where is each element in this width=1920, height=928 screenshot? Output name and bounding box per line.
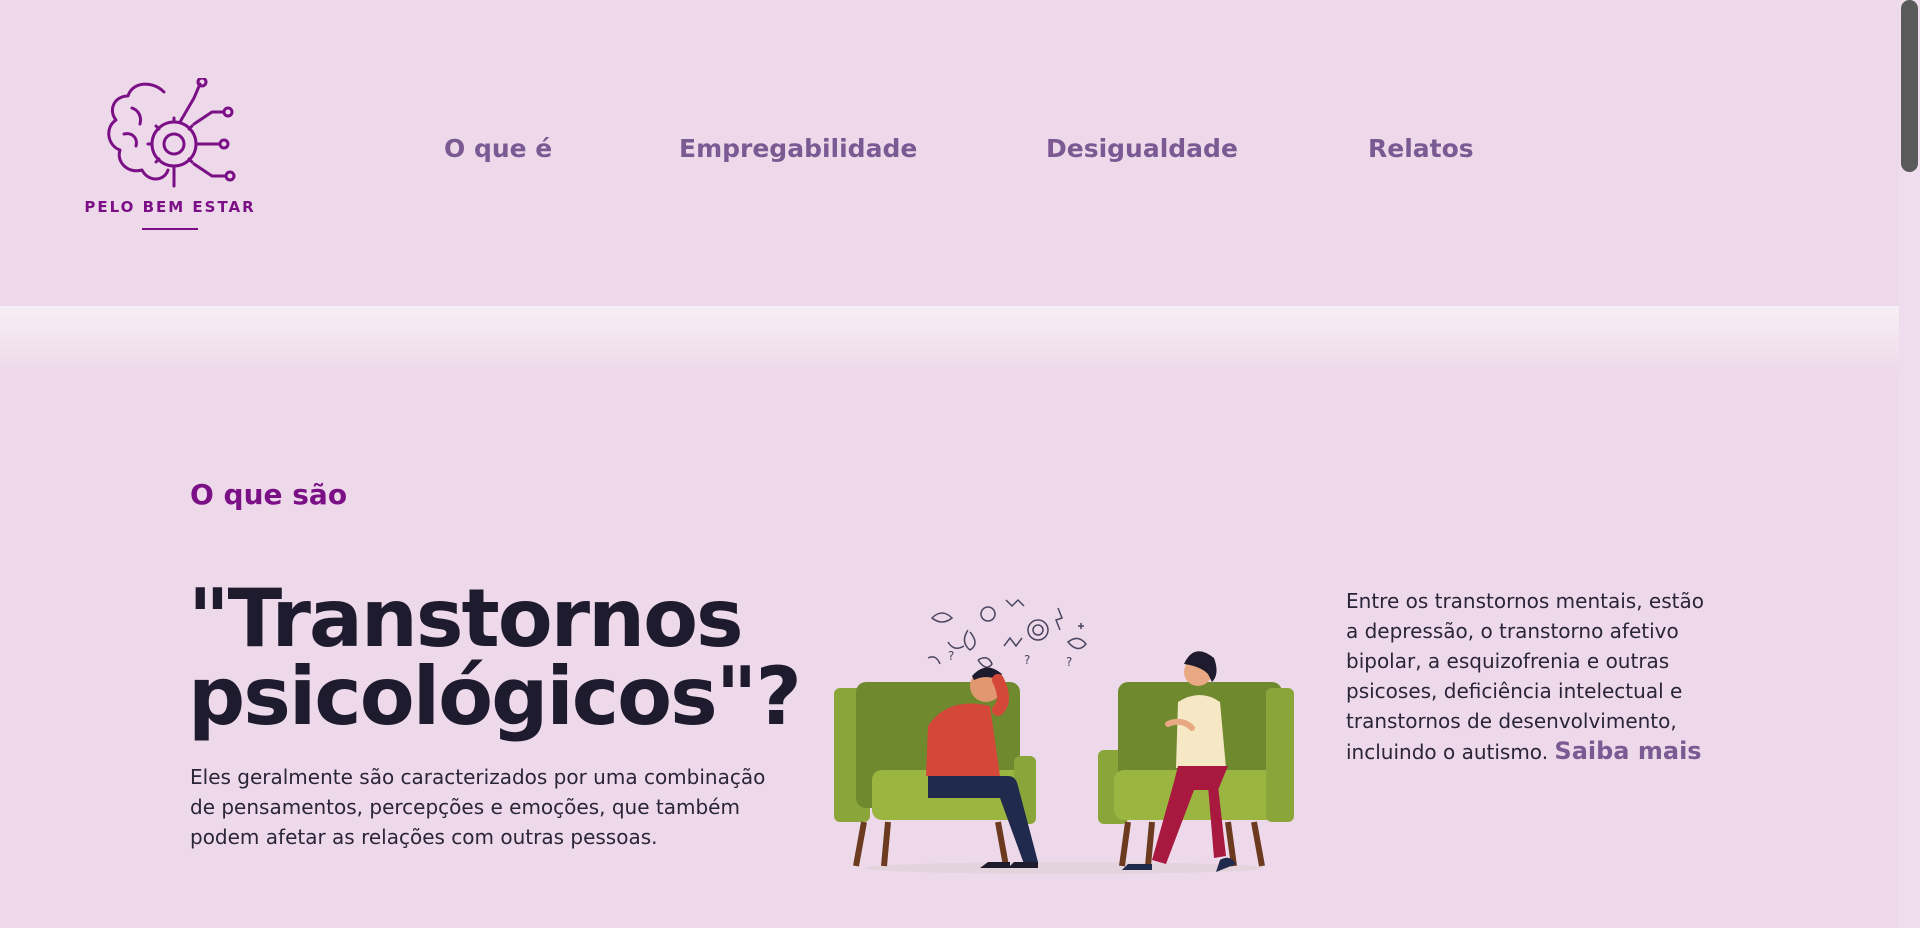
svg-text:?: ? (948, 649, 954, 663)
page-scrollbar[interactable] (1899, 0, 1920, 928)
intro-paragraph: Eles geralmente são caracterizados por u… (190, 765, 766, 849)
scrollbar-thumb[interactable] (1901, 0, 1918, 172)
section-label: O que são (190, 478, 348, 511)
therapy-illustration: ? ? ? (828, 590, 1298, 876)
nav-link-desigualdade[interactable]: Desigualdade (1046, 134, 1238, 163)
svg-text:?: ? (1024, 653, 1030, 667)
svg-text:?: ? (1066, 655, 1072, 669)
page-headline: "Transtornos psicológicos"? (188, 572, 802, 743)
side-paragraph: Entre os transtornos mentais, estão a de… (1346, 586, 1716, 767)
nav-link-empregabilidade[interactable]: Empregabilidade (679, 134, 917, 163)
saiba-mais-link[interactable]: Saiba mais (1554, 737, 1701, 765)
main-nav: O que é Empregabilidade Desigualdade Rel… (0, 134, 1880, 174)
header-divider-band (0, 306, 1899, 372)
brand-name: PELO BEM ESTAR (84, 198, 256, 216)
nav-link-o-que-e[interactable]: O que é (444, 134, 552, 163)
nav-link-relatos[interactable]: Relatos (1368, 134, 1474, 163)
brand-underline (142, 228, 198, 230)
